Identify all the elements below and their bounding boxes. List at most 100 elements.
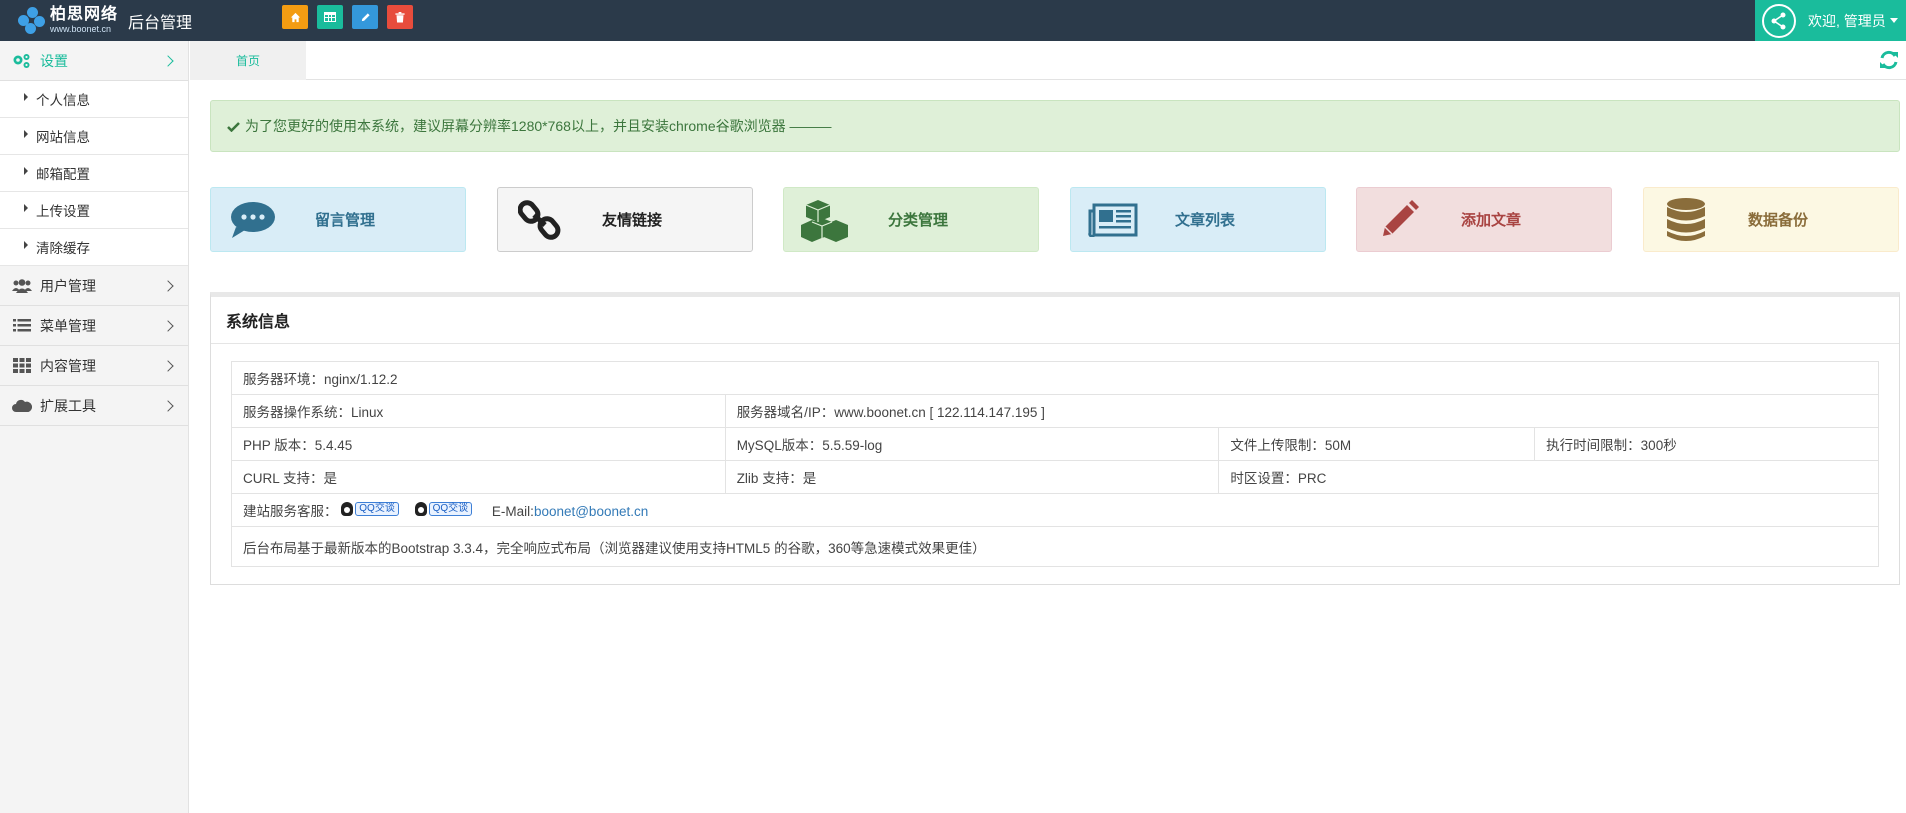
mysql-version: MySQL版本：5.5.59-log — [724, 427, 1220, 461]
sidebar-subitem-clear-cache[interactable]: 清除缓存 — [0, 229, 188, 266]
grid-button[interactable] — [317, 5, 343, 29]
qq-chat-button[interactable]: QQ交谈 — [414, 502, 473, 516]
chevron-right-icon — [162, 279, 174, 292]
logo-icon — [18, 6, 46, 35]
table-row: 后台布局基于最新版本的Bootstrap 3.3.4，完全响应式布局（浏览器建议… — [231, 526, 1879, 567]
sidebar-subitem-site-info[interactable]: 网站信息 — [0, 118, 188, 155]
card-label: 分类管理 — [887, 212, 948, 229]
sidebar-subitem-profile[interactable]: 个人信息 — [0, 81, 188, 118]
card-label: 添加文章 — [1460, 212, 1521, 229]
app-title: 后台管理 — [128, 14, 193, 32]
email-link[interactable]: boonet@boonet.cn — [534, 504, 648, 519]
support-contacts: 建站服务客服： QQ交谈 QQ交谈 E-Mail:boonet@boonet.c… — [231, 493, 1879, 527]
sidebar-subitem-upload-settings[interactable]: 上传设置 — [0, 192, 188, 229]
logo-url: www.boonet.cn — [50, 24, 112, 34]
server-domain: 服务器域名/IP：www.boonet.cn [ 122.114.147.195… — [724, 394, 1880, 428]
email-label: E-Mail: — [491, 504, 534, 519]
share-icon — [1771, 12, 1786, 29]
table-row: PHP 版本：5.4.45 MySQL版本：5.5.59-log 文件上传限制：… — [231, 427, 1879, 461]
caret-right-icon — [24, 130, 28, 138]
timezone: 时区设置：PRC — [1218, 460, 1879, 494]
card-label: 数据备份 — [1747, 212, 1808, 229]
sidebar: 设置 个人信息 网站信息 邮箱配置 上传设置 清除缓存 用户管理 菜单管理 内容… — [0, 41, 189, 813]
tab-home[interactable]: 首页 — [190, 41, 306, 80]
sidebar-item-label: 菜单管理 — [40, 317, 96, 334]
card-articles[interactable]: 文章列表 — [1070, 187, 1326, 252]
chevron-right-icon — [162, 54, 174, 67]
list-icon — [12, 319, 32, 332]
notice-text: 为了您更好的使用本系统，建议屏幕分辨率1280*768以上，并且安装chrome… — [245, 118, 832, 134]
browser-notice-alert: 为了您更好的使用本系统，建议屏幕分辨率1280*768以上，并且安装chrome… — [210, 100, 1900, 152]
sidebar-item-label: 设置 — [40, 52, 68, 69]
qq-chat-label: QQ交谈 — [355, 502, 399, 516]
server-env: 服务器环境：nginx/1.12.2 — [231, 361, 1879, 395]
sidebar-subitem-label: 个人信息 — [36, 93, 90, 108]
card-add-article[interactable]: 添加文章 — [1356, 187, 1612, 252]
card-backup[interactable]: 数据备份 — [1643, 187, 1899, 252]
sidebar-subitem-label: 上传设置 — [36, 204, 90, 219]
sidebar-subitem-label: 邮箱配置 — [36, 167, 90, 182]
qq-chat-button[interactable]: QQ交谈 — [341, 502, 399, 516]
database-icon — [1658, 195, 1714, 245]
sidebar-subitem-label: 清除缓存 — [36, 241, 90, 256]
qq-chat-label: QQ交谈 — [428, 502, 473, 516]
pencil-icon — [1371, 195, 1427, 245]
table-row: 建站服务客服： QQ交谈 QQ交谈 E-Mail:boonet@boonet.c… — [231, 493, 1879, 527]
refresh-button[interactable] — [1878, 49, 1900, 71]
refresh-icon — [1880, 50, 1898, 70]
panel-title: 系统信息 — [211, 297, 1899, 344]
sidebar-item-settings[interactable]: 设置 — [0, 41, 188, 81]
quick-buttons — [282, 5, 413, 29]
card-messages[interactable]: 留言管理 — [210, 187, 466, 252]
edit-button[interactable] — [352, 5, 378, 29]
zlib-support: Zlib 支持：是 — [724, 460, 1220, 494]
caret-right-icon — [24, 167, 28, 175]
link-icon — [512, 195, 568, 245]
th-icon — [12, 358, 32, 373]
grid-icon — [324, 12, 336, 22]
cubes-icon — [798, 195, 854, 245]
users-icon — [12, 278, 32, 293]
card-label: 留言管理 — [314, 212, 375, 229]
upload-limit: 文件上传限制：50M — [1218, 427, 1536, 461]
caret-down-icon — [1889, 18, 1898, 23]
newspaper-icon — [1085, 195, 1141, 245]
sidebar-item-label: 内容管理 — [40, 357, 96, 374]
table-row: 服务器环境：nginx/1.12.2 — [231, 361, 1879, 395]
sidebar-item-menus[interactable]: 菜单管理 — [0, 306, 188, 346]
pencil-icon — [361, 12, 370, 21]
card-links[interactable]: 友情链接 — [497, 187, 753, 252]
table-row: 服务器操作系统：Linux 服务器域名/IP：www.boonet.cn [ 1… — [231, 394, 1880, 428]
user-menu[interactable]: 欢迎, 管理员 — [1755, 0, 1906, 41]
top-navbar: 柏思网络 www.boonet.cn 后台管理 欢迎, 管理员 — [0, 0, 1906, 41]
sidebar-item-content[interactable]: 内容管理 — [0, 346, 188, 386]
chevron-right-icon — [162, 399, 174, 412]
caret-right-icon — [24, 241, 28, 249]
avatar — [1762, 3, 1796, 38]
gears-icon — [12, 53, 32, 69]
caret-right-icon — [24, 93, 28, 101]
qq-penguin-icon — [341, 502, 354, 516]
sidebar-item-users[interactable]: 用户管理 — [0, 266, 188, 306]
curl-support: CURL 支持：是 — [231, 460, 726, 494]
chevron-right-icon — [162, 359, 174, 372]
cloud-icon — [12, 399, 32, 412]
sidebar-item-extensions[interactable]: 扩展工具 — [0, 386, 188, 426]
system-info-table: 服务器环境：nginx/1.12.2 服务器操作系统：Linux 服务器域名/I… — [231, 361, 1880, 567]
qq-penguin-icon — [414, 502, 427, 516]
sidebar-item-label: 用户管理 — [40, 277, 96, 294]
comments-icon — [225, 195, 281, 245]
sidebar-subitem-mail-config[interactable]: 邮箱配置 — [0, 155, 188, 192]
delete-button[interactable] — [387, 5, 413, 29]
tab-bar: 首页 — [190, 41, 1906, 80]
php-version: PHP 版本：5.4.45 — [231, 427, 726, 461]
check-icon — [227, 121, 240, 132]
settings-submenu: 个人信息 网站信息 邮箱配置 上传设置 清除缓存 — [0, 81, 188, 266]
logo[interactable]: 柏思网络 www.boonet.cn 后台管理 — [18, 4, 192, 37]
sidebar-subitem-label: 网站信息 — [36, 130, 90, 145]
card-categories[interactable]: 分类管理 — [783, 187, 1039, 252]
card-label: 友情链接 — [601, 212, 662, 229]
home-button[interactable] — [282, 5, 308, 29]
home-icon — [290, 12, 300, 22]
server-os: 服务器操作系统：Linux — [231, 394, 726, 428]
